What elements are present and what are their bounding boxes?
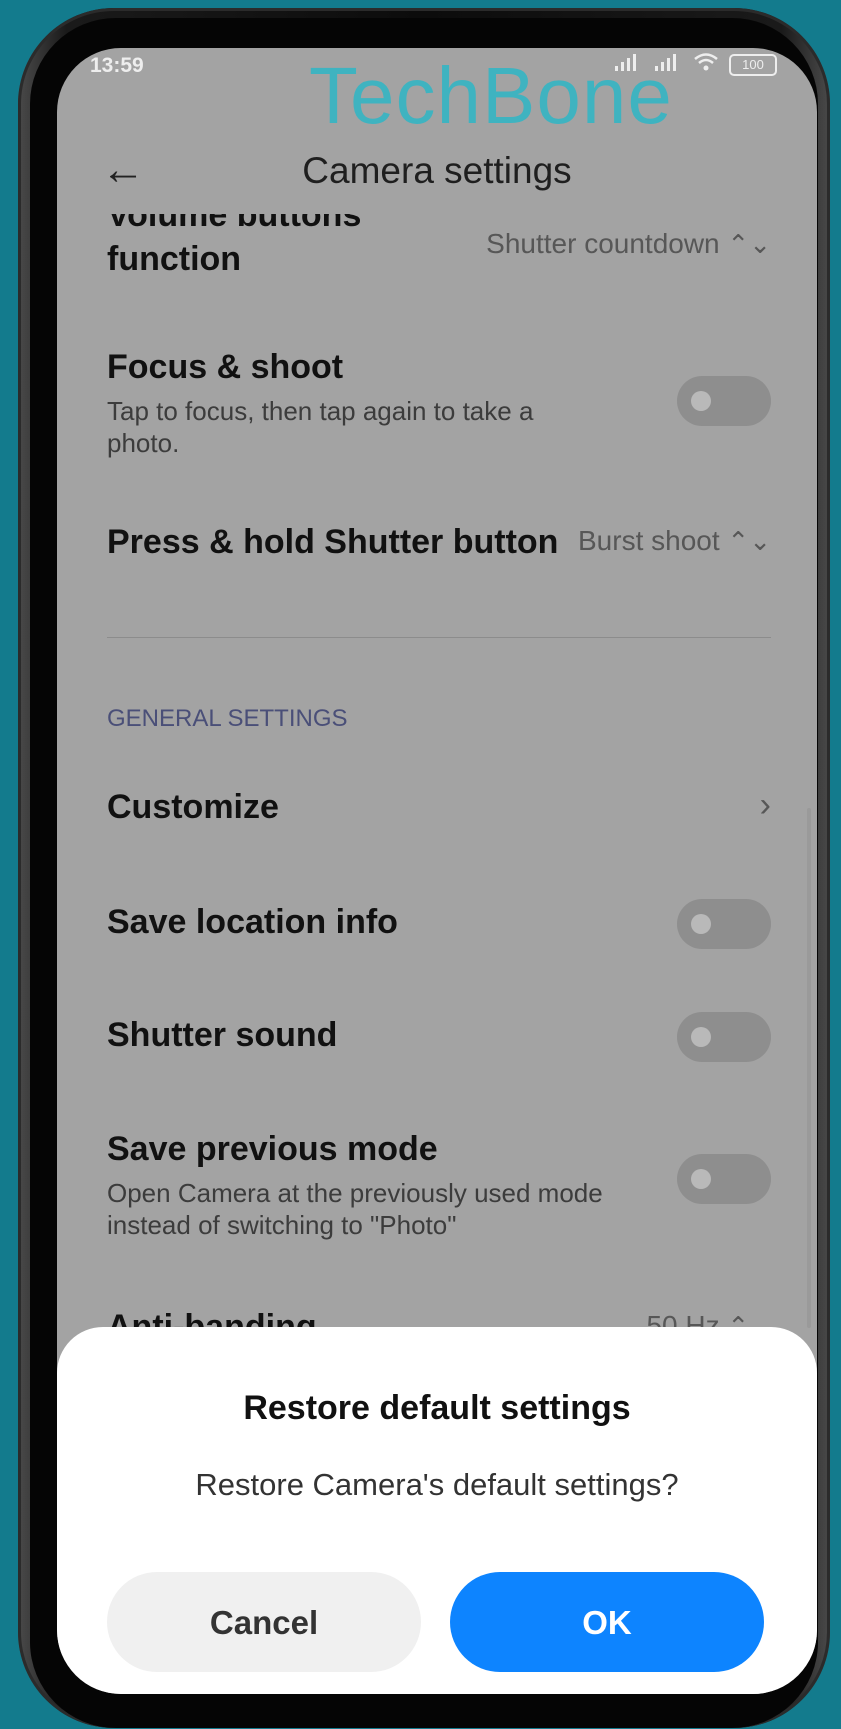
setting-label: Save location info	[107, 903, 398, 941]
dialog-title: Restore default settings	[243, 1389, 631, 1427]
updown-chevron-icon: ⌃⌄	[727, 229, 771, 259]
setting-value-text: Burst shoot	[578, 525, 720, 556]
divider	[107, 637, 771, 638]
toggle-knob	[691, 914, 711, 934]
app-header: ← Camera settings	[57, 138, 817, 208]
setting-prev-mode[interactable]: Save previous mode Open Camera at the pr…	[107, 1130, 771, 1240]
status-time: 13:59	[90, 54, 144, 77]
wifi-icon	[693, 52, 719, 78]
setting-focus-shoot[interactable]: Focus & shoot Tap to focus, then tap aga…	[107, 348, 771, 458]
restore-dialog: Restore default settings Restore Camera'…	[57, 1327, 817, 1694]
setting-customize[interactable]: Customize ›	[107, 786, 771, 848]
setting-press-hold[interactable]: Press & hold Shutter button Burst shoot …	[107, 523, 771, 583]
prev-mode-toggle[interactable]	[677, 1154, 771, 1204]
page-title: Camera settings	[302, 150, 572, 191]
chevron-right-icon: ›	[759, 786, 771, 824]
battery-icon: 100	[729, 54, 777, 76]
setting-label: Customize	[107, 788, 279, 826]
toggle-knob	[691, 1027, 711, 1047]
setting-value-text: Shutter countdown	[486, 228, 720, 259]
shutter-sound-toggle[interactable]	[677, 1012, 771, 1062]
setting-label: Focus & shoot	[107, 348, 344, 386]
setting-label: Save previous mode	[107, 1130, 438, 1168]
setting-label-top: Volume buttons	[107, 214, 362, 234]
location-toggle[interactable]	[677, 899, 771, 949]
updown-chevron-icon: ⌃⌄	[727, 526, 771, 556]
dialog-message: Restore Camera's default settings?	[195, 1467, 679, 1502]
ok-button[interactable]: OK	[450, 1572, 764, 1672]
setting-label: Shutter sound	[107, 1016, 338, 1054]
section-header: GENERAL SETTINGS	[107, 705, 348, 732]
toggle-knob	[691, 391, 711, 411]
setting-volume-buttons[interactable]: Volume buttons function Shutter countdow…	[107, 214, 771, 308]
toggle-knob	[691, 1169, 711, 1189]
setting-description: Open Camera at the previously used mode …	[107, 1178, 603, 1240]
setting-shutter-sound[interactable]: Shutter sound	[107, 1012, 771, 1076]
screen: 13:59 100 TechBone ← Camera settings Vol…	[57, 48, 817, 1694]
setting-location[interactable]: Save location info	[107, 899, 771, 963]
setting-description: Tap to focus, then tap again to take a p…	[107, 396, 534, 458]
setting-value[interactable]: Burst shoot ⌃⌄	[578, 525, 771, 557]
setting-value[interactable]: Shutter countdown ⌃⌄	[486, 228, 771, 260]
focus-shoot-toggle[interactable]	[677, 376, 771, 426]
setting-label: function	[107, 240, 242, 278]
scrollbar[interactable]	[807, 808, 811, 1328]
cancel-button[interactable]: Cancel	[107, 1572, 421, 1672]
setting-label-clipped: Volume buttons	[107, 214, 361, 236]
watermark: TechBone	[309, 51, 673, 140]
